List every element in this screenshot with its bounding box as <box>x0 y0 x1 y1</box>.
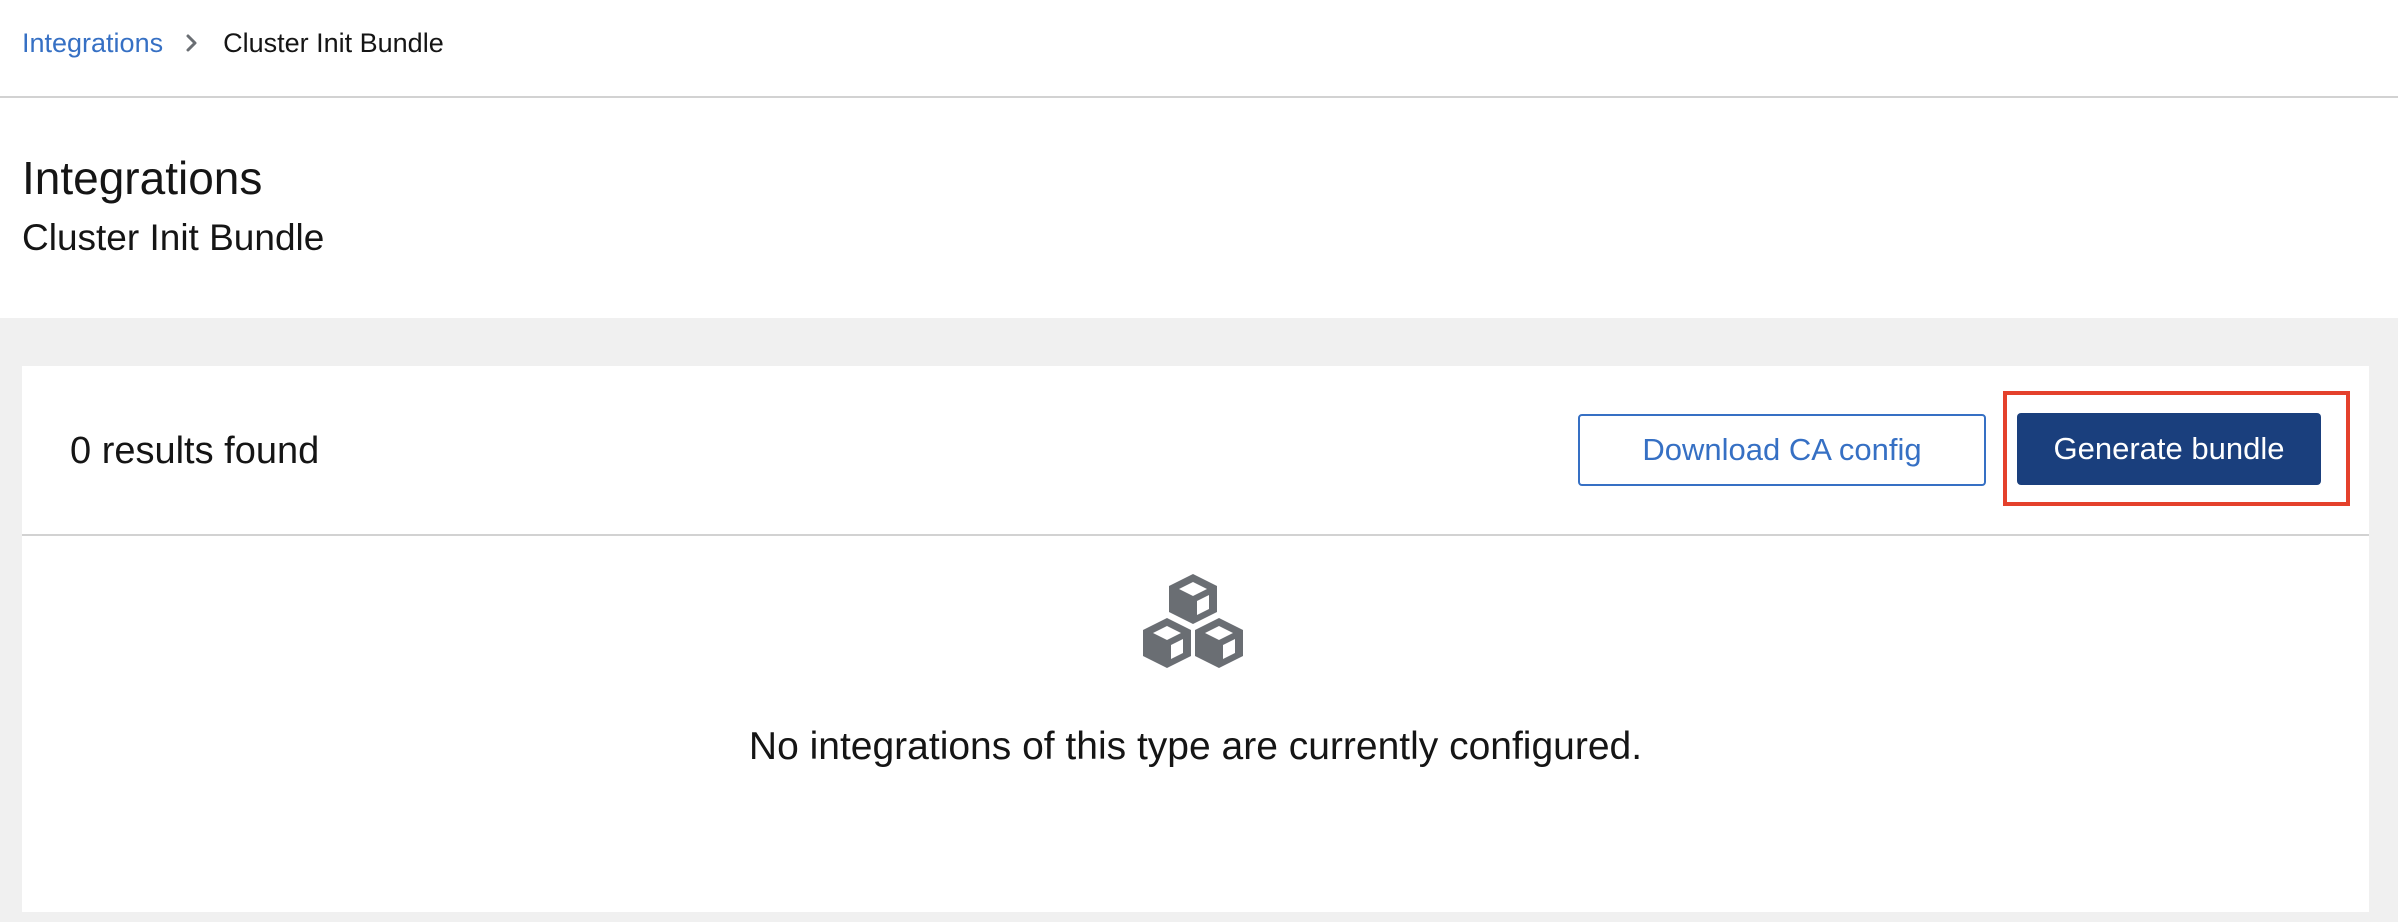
download-ca-config-button[interactable]: Download CA config <box>1578 414 1986 486</box>
results-count: 0 results found <box>70 430 320 472</box>
generate-bundle-button[interactable]: Generate bundle <box>2017 413 2321 485</box>
cubes-icon <box>1143 574 1243 668</box>
chevron-right-icon <box>185 33 199 53</box>
page-title: Integrations <box>22 152 263 204</box>
page-subtitle: Cluster Init Bundle <box>22 217 325 258</box>
page-header: Integrations Cluster Init Bundle <box>0 98 2398 318</box>
breadcrumb-current: Cluster Init Bundle <box>223 28 444 58</box>
integrations-card: 0 results found Download CA config Gener… <box>22 366 2369 912</box>
breadcrumb: Integrations Cluster Init Bundle <box>22 24 444 62</box>
breadcrumb-link-integrations[interactable]: Integrations <box>22 24 163 62</box>
toolbar: 0 results found Download CA config Gener… <box>22 366 2369 536</box>
empty-state-message: No integrations of this type are current… <box>748 725 1643 768</box>
empty-state: No integrations of this type are current… <box>22 536 2369 912</box>
breadcrumb-bar: Integrations Cluster Init Bundle <box>0 0 2398 98</box>
